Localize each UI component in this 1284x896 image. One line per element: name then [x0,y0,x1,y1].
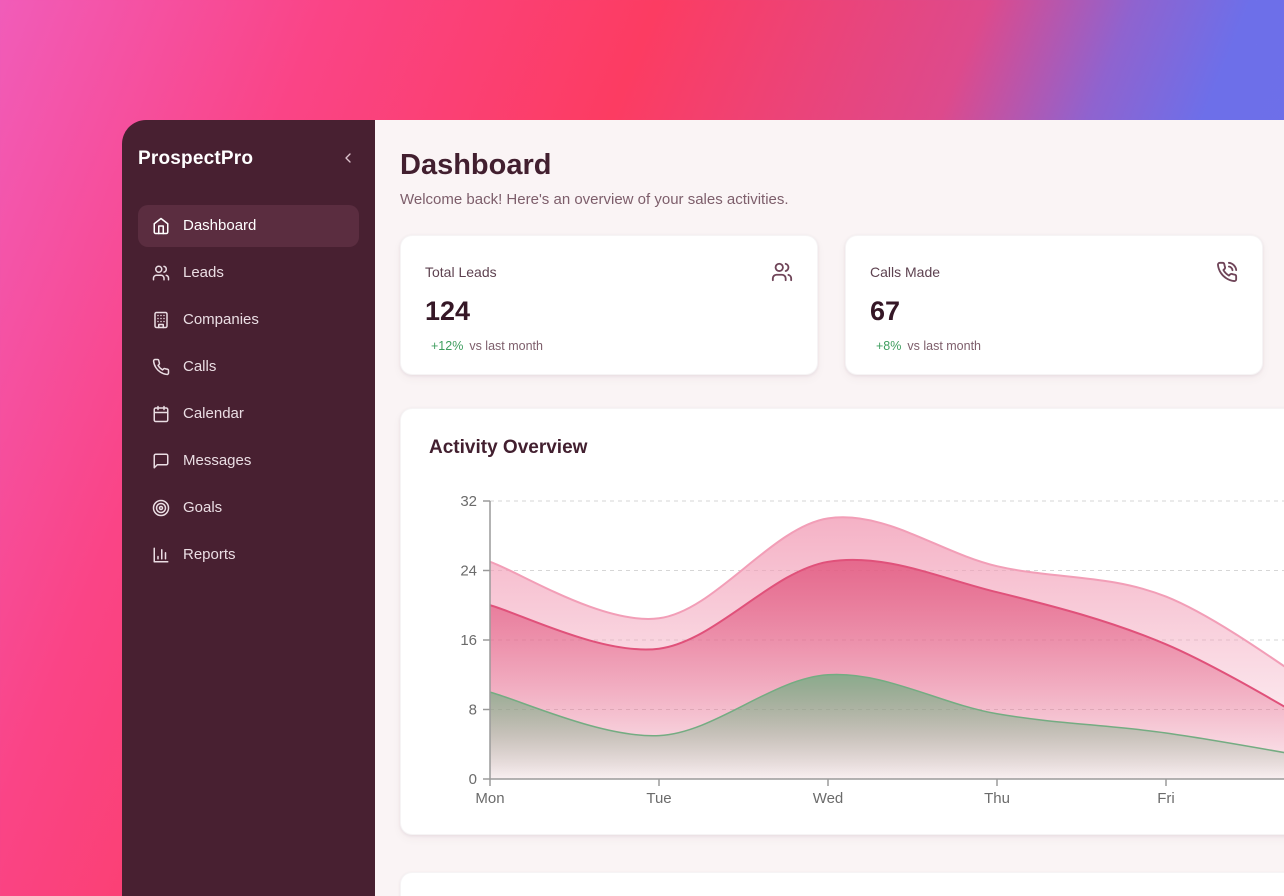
sidebar: ProspectPro Dashboard Leads Companies Ca… [122,120,375,896]
sidebar-item-messages[interactable]: Messages [138,440,359,482]
stat-card-header: Calls Made [870,261,1238,288]
x-tick-label: Mon [475,790,504,807]
target-icon [152,499,170,517]
sidebar-item-label: Messages [183,452,251,470]
brand-logo: ProspectPro [138,148,253,170]
sidebar-item-leads[interactable]: Leads [138,252,359,294]
sidebar-nav: Dashboard Leads Companies Calls Calendar… [138,205,359,576]
stat-trend: +8% vs last month [870,339,1238,353]
activity-overview-card: Activity Overview 0 8 16 24 32 Mon Tue Wed Thu Fr… [400,408,1284,835]
x-tick-label: Thu [984,790,1010,807]
stat-label: Total Leads [425,261,497,280]
desktop-background: { "sidebar": { "brand": "ProspectPro", "… [0,0,1284,896]
phone-call-icon [1216,261,1238,288]
y-tick-label: 0 [469,771,477,788]
sidebar-item-calendar[interactable]: Calendar [138,393,359,435]
sidebar-item-label: Calendar [183,405,244,423]
stat-card-total-leads: Total Leads 124 +12% vs last month [400,235,818,375]
y-tick-label: 24 [460,563,477,580]
sidebar-item-reports[interactable]: Reports [138,534,359,576]
stat-label: Calls Made [870,261,940,280]
bar-chart-icon [152,546,170,564]
sidebar-item-label: Leads [183,264,224,282]
stat-trend-note: vs last month [469,339,543,353]
stats-row: Total Leads 124 +12% vs last month Calls… [400,235,1284,375]
sidebar-item-calls[interactable]: Calls [138,346,359,388]
sidebar-item-companies[interactable]: Companies [138,299,359,341]
partial-card-bottom [400,872,1284,896]
sidebar-item-label: Reports [183,546,236,564]
y-tick-label: 32 [460,493,477,510]
stat-value: 67 [870,296,1238,327]
x-tick-label: Wed [813,790,844,807]
sidebar-item-label: Goals [183,499,222,517]
users-icon [771,261,793,288]
stat-trend-value: +8% [876,339,901,353]
sidebar-item-label: Calls [183,358,216,376]
sidebar-collapse-button[interactable] [337,148,359,170]
activity-overview-title: Activity Overview [429,437,1284,459]
stat-card-header: Total Leads [425,261,793,288]
x-tick-label: Tue [646,790,671,807]
page-subtitle: Welcome back! Here's an overview of your… [400,190,1284,210]
calendar-icon [152,405,170,423]
main-content: Dashboard Welcome back! Here's an overvi… [375,120,1284,896]
stat-trend-note: vs last month [907,339,981,353]
home-icon [152,217,170,235]
stat-trend: +12% vs last month [425,339,793,353]
app-window: ProspectPro Dashboard Leads Companies Ca… [122,120,1284,896]
users-icon [152,264,170,282]
x-tick-label: Fri [1157,790,1175,807]
stat-card-calls-made: Calls Made 67 +8% vs last month [845,235,1263,375]
building-icon [152,311,170,329]
page-title: Dashboard [400,148,1284,182]
chevron-left-icon [340,150,356,169]
sidebar-header: ProspectPro [138,146,359,172]
sidebar-item-label: Companies [183,311,259,329]
sidebar-item-dashboard[interactable]: Dashboard [138,205,359,247]
sidebar-item-label: Dashboard [183,217,256,235]
y-tick-label: 16 [460,632,477,649]
sidebar-item-goals[interactable]: Goals [138,487,359,529]
phone-icon [152,358,170,376]
message-square-icon [152,452,170,470]
activity-chart[interactable]: 0 8 16 24 32 Mon Tue Wed Thu Fri [429,489,1284,839]
stat-value: 124 [425,296,793,327]
y-tick-label: 8 [469,702,477,719]
stat-trend-value: +12% [431,339,463,353]
